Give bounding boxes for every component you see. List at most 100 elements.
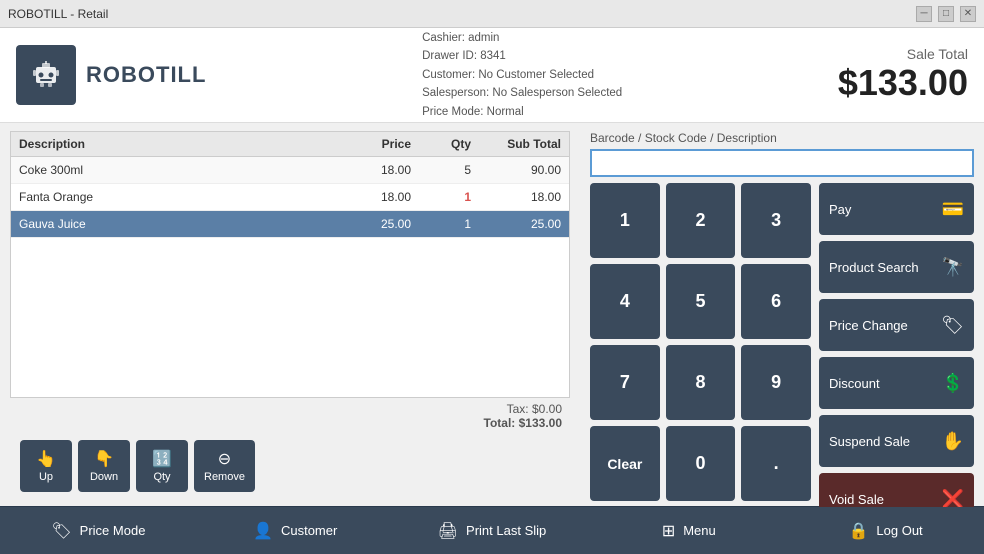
salesperson-info: Salesperson: No Salesperson Selected — [422, 84, 622, 102]
clear-button[interactable]: Clear — [590, 426, 660, 501]
row-description: Coke 300ml — [19, 163, 331, 177]
void-sale-label: Void Sale — [829, 492, 884, 507]
minimize-button[interactable]: ─ — [916, 6, 932, 22]
close-button[interactable]: ✕ — [960, 6, 976, 22]
sale-total-amount: $133.00 — [838, 62, 968, 104]
down-icon: 👇 — [94, 449, 114, 469]
discount-icon: 💲 — [942, 373, 964, 394]
price-change-button[interactable]: Price Change 🏷 — [819, 299, 974, 351]
down-label: Down — [90, 471, 118, 483]
total-line: Total: $133.00 — [18, 416, 562, 430]
discount-button[interactable]: Discount 💲 — [819, 357, 974, 409]
pay-button[interactable]: Pay 💳 — [819, 183, 974, 235]
sale-total-section: Sale Total $133.00 — [838, 46, 968, 104]
down-button[interactable]: 👇 Down — [78, 440, 130, 492]
qty-button[interactable]: 🔢 Qty — [136, 440, 188, 492]
menu-footer[interactable]: ⊞ Menu — [590, 507, 787, 554]
logo-section: ROBOTILL — [16, 45, 206, 105]
log-out-footer[interactable]: 🔒 Log Out — [787, 507, 984, 554]
right-panel: Barcode / Stock Code / Description 1 2 3… — [580, 123, 984, 506]
num-6-button[interactable]: 6 — [741, 264, 811, 339]
menu-footer-icon: ⊞ — [662, 521, 675, 541]
row-subtotal: 18.00 — [471, 190, 561, 204]
price-mode-footer[interactable]: 🏷 Price Mode — [0, 507, 197, 554]
customer-footer-label: Customer — [281, 523, 337, 538]
logo-box — [16, 45, 76, 105]
product-search-label: Product Search — [829, 260, 919, 275]
row-price: 25.00 — [331, 217, 411, 231]
footer-bar: 🏷 Price Mode 👤 Customer 🖨 Print Last Sli… — [0, 506, 984, 554]
num-1-button[interactable]: 1 — [590, 183, 660, 258]
customer-info: Customer: No Customer Selected — [422, 66, 622, 84]
price-mode-footer-label: Price Mode — [80, 523, 146, 538]
decimal-button[interactable]: . — [741, 426, 811, 501]
suspend-sale-button[interactable]: Suspend Sale ✋ — [819, 415, 974, 467]
logo-text: ROBOTILL — [86, 62, 206, 88]
header-info: Cashier: admin Drawer ID: 8341 Customer:… — [422, 29, 622, 121]
row-description: Fanta Orange — [19, 190, 331, 204]
num-4-button[interactable]: 4 — [590, 264, 660, 339]
table-footer: Tax: $0.00 Total: $133.00 — [10, 398, 570, 434]
product-search-icon: 🔭 — [942, 257, 964, 278]
row-price: 18.00 — [331, 163, 411, 177]
table-header: Description Price Qty Sub Total — [11, 132, 569, 157]
num-9-button[interactable]: 9 — [741, 345, 811, 420]
discount-label: Discount — [829, 376, 880, 391]
print-last-slip-label: Print Last Slip — [466, 523, 546, 538]
main-area: Description Price Qty Sub Total Coke 300… — [0, 123, 984, 506]
numpad: 1 2 3 4 5 6 7 8 9 Clear 0 . Enter ⌨ — [590, 183, 811, 525]
drawer-info: Drawer ID: 8341 — [422, 47, 622, 65]
print-last-slip-footer[interactable]: 🖨 Print Last Slip — [394, 507, 591, 554]
remove-icon: ⊖ — [218, 449, 231, 469]
remove-button[interactable]: ⊖ Remove — [194, 440, 255, 492]
cashier-info: Cashier: admin — [422, 29, 622, 47]
up-button[interactable]: 👆 Up — [20, 440, 72, 492]
sale-table: Description Price Qty Sub Total Coke 300… — [10, 131, 570, 398]
num-5-button[interactable]: 5 — [666, 264, 736, 339]
pay-icon: 💳 — [942, 199, 964, 220]
price-mode-info: Price Mode: Normal — [422, 103, 622, 121]
num-3-button[interactable]: 3 — [741, 183, 811, 258]
up-icon: 👆 — [36, 449, 56, 469]
col-price: Price — [331, 137, 411, 151]
price-mode-footer-icon: 🏷 — [51, 521, 71, 541]
row-qty: 1 — [411, 217, 471, 231]
tax-line: Tax: $0.00 — [18, 402, 562, 416]
action-buttons: Pay 💳 Product Search 🔭 Price Change 🏷 Di… — [819, 183, 974, 525]
barcode-section: Barcode / Stock Code / Description — [590, 131, 974, 177]
barcode-input[interactable] — [590, 149, 974, 177]
num-2-button[interactable]: 2 — [666, 183, 736, 258]
row-qty: 1 — [411, 190, 471, 204]
row-subtotal: 25.00 — [471, 217, 561, 231]
barcode-label: Barcode / Stock Code / Description — [590, 131, 974, 145]
customer-footer[interactable]: 👤 Customer — [197, 507, 394, 554]
numpad-and-actions: 1 2 3 4 5 6 7 8 9 Clear 0 . Enter ⌨ Pay … — [590, 183, 974, 525]
suspend-sale-label: Suspend Sale — [829, 434, 910, 449]
row-subtotal: 90.00 — [471, 163, 561, 177]
num-7-button[interactable]: 7 — [590, 345, 660, 420]
qty-icon: 🔢 — [152, 449, 172, 469]
pay-label: Pay — [829, 202, 851, 217]
left-panel: Description Price Qty Sub Total Coke 300… — [0, 123, 580, 506]
window-controls: ─ □ ✕ — [916, 6, 976, 22]
log-out-label: Log Out — [876, 523, 922, 538]
robot-icon — [28, 57, 64, 93]
num-8-button[interactable]: 8 — [666, 345, 736, 420]
title-bar: ROBOTILL - Retail ─ □ ✕ — [0, 0, 984, 28]
print-last-slip-icon: 🖨 — [438, 521, 458, 541]
num-0-button[interactable]: 0 — [666, 426, 736, 501]
restore-button[interactable]: □ — [938, 6, 954, 22]
qty-label: Qty — [153, 471, 170, 483]
col-qty: Qty — [411, 137, 471, 151]
table-body: Coke 300ml 18.00 5 90.00 Fanta Orange 18… — [11, 157, 569, 238]
col-subtotal: Sub Total — [471, 137, 561, 151]
table-row[interactable]: Fanta Orange 18.00 1 18.00 — [11, 184, 569, 211]
row-description: Gauva Juice — [19, 217, 331, 231]
table-row[interactable]: Coke 300ml 18.00 5 90.00 — [11, 157, 569, 184]
up-label: Up — [39, 471, 53, 483]
col-description: Description — [19, 137, 331, 151]
customer-footer-icon: 👤 — [253, 521, 273, 541]
suspend-sale-icon: ✋ — [942, 431, 964, 452]
product-search-button[interactable]: Product Search 🔭 — [819, 241, 974, 293]
table-row[interactable]: Gauva Juice 25.00 1 25.00 — [11, 211, 569, 238]
